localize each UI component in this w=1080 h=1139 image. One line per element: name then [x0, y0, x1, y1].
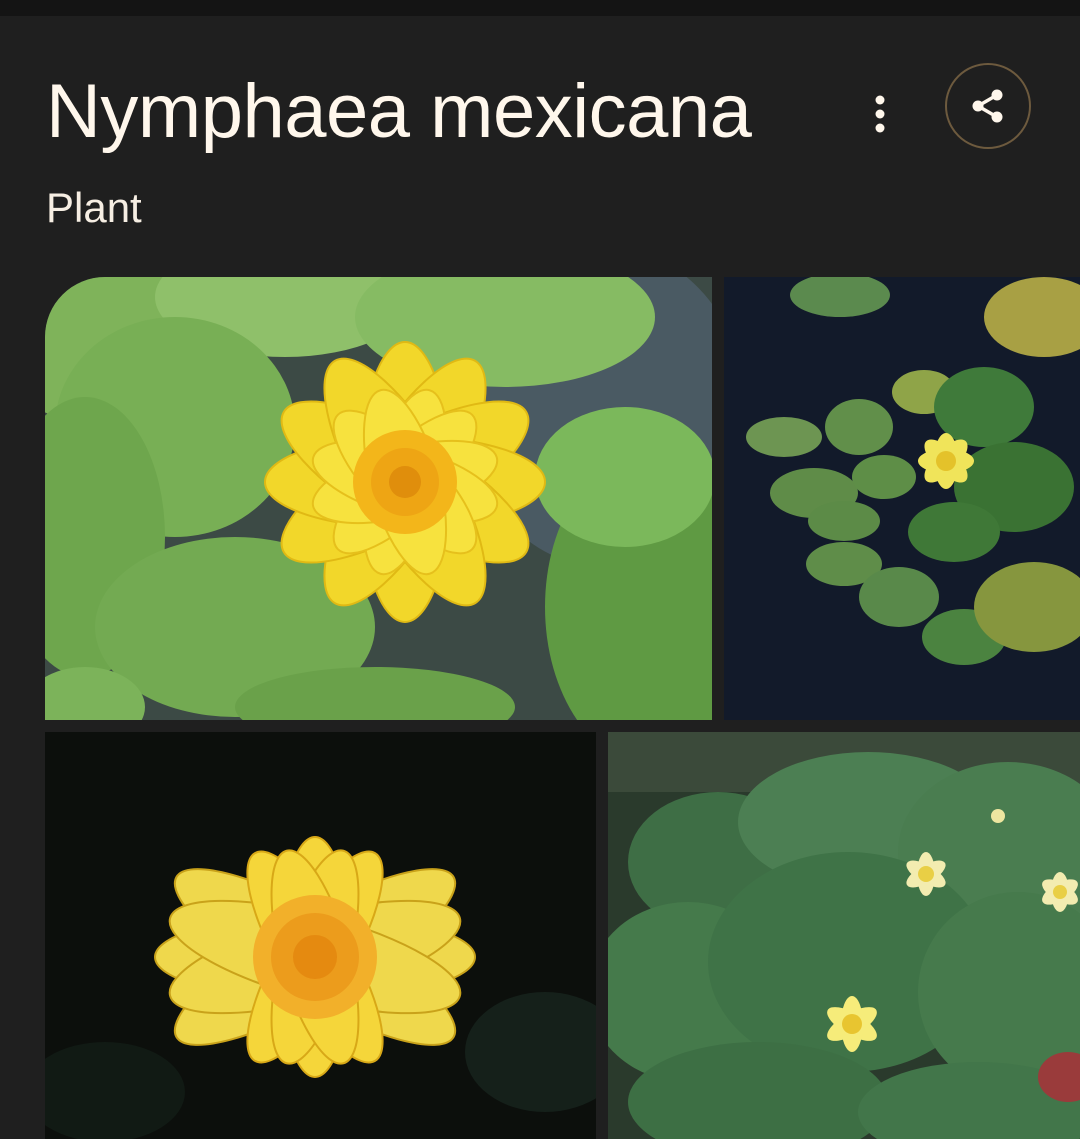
water-lily-dark-background-photo	[45, 732, 596, 1139]
image-tile-4[interactable]	[608, 732, 1080, 1139]
image-tile-1[interactable]	[45, 277, 712, 720]
more-vert-icon	[875, 95, 885, 133]
share-button[interactable]	[945, 63, 1031, 149]
entity-type-label: Plant	[46, 184, 142, 231]
more-options-button[interactable]	[858, 88, 902, 140]
image-tile-3[interactable]	[45, 732, 596, 1139]
page-title: Nymphaea mexicana	[46, 69, 752, 154]
status-bar	[0, 0, 1080, 16]
lily-pond-photo	[608, 732, 1080, 1139]
image-tile-2[interactable]	[724, 277, 1080, 720]
share-icon	[972, 89, 1003, 123]
lily-pads-dark-water-photo	[724, 277, 1080, 720]
water-lily-closeup-photo	[45, 277, 712, 720]
